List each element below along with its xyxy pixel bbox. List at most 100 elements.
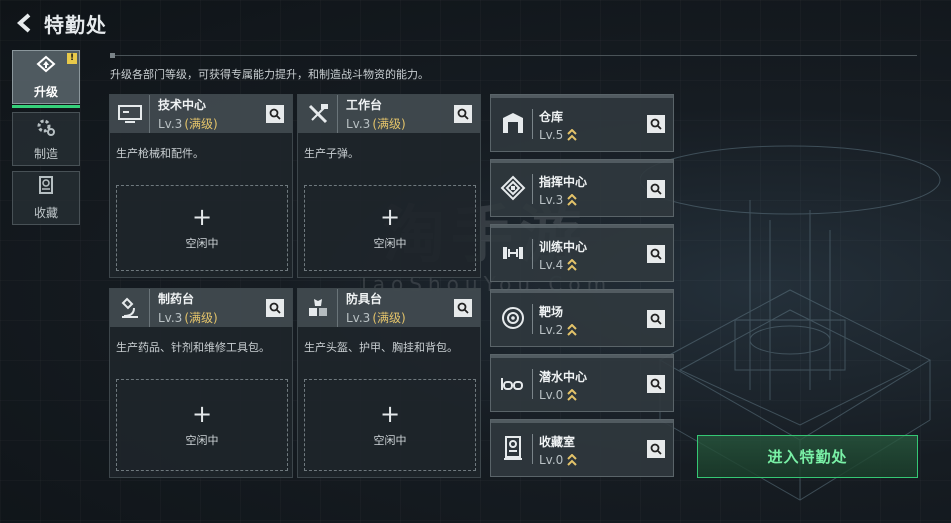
search-icon <box>650 378 662 390</box>
facility-name: 指挥中心 <box>539 175 588 189</box>
max-level-tag: (满级) <box>372 311 406 325</box>
tab-craft[interactable]: 制造 <box>12 112 80 166</box>
facility-name: 训练中心 <box>539 240 588 254</box>
department-level: Lv.3 <box>158 117 183 131</box>
department-card-pharmacy[interactable]: 制药台 Lv.3 (满级) 生产药品、针剂和维修工具包。 + 空闲中 <box>109 288 293 478</box>
facility-level: Lv.0 <box>539 388 564 402</box>
facility-row-range[interactable]: 靶场 Lv.2 <box>490 289 674 347</box>
card-header: 工作台 Lv.3 (满级) <box>298 95 480 133</box>
enter-special-ops-button[interactable]: 进入特勤处 <box>697 435 918 478</box>
search-button[interactable] <box>454 105 472 123</box>
facility-row-training[interactable]: 训练中心 Lv.4 <box>490 224 674 282</box>
search-icon <box>650 313 662 325</box>
department-card-workbench[interactable]: 工作台 Lv.3 (满级) 生产子弹。 + 空闲中 <box>297 94 481 278</box>
command-icon <box>497 172 529 204</box>
facility-level: Lv.4 <box>539 258 564 272</box>
department-description: 生产枪械和配件。 <box>116 147 204 160</box>
tab-upgrade-label: 升级 <box>33 84 58 99</box>
search-icon <box>650 248 662 260</box>
facility-level: Lv.0 <box>539 453 564 467</box>
header: 特勤处 <box>12 8 107 38</box>
department-card-tech[interactable]: 技术中心 Lv.3 (满级) 生产枪械和配件。 + 空闲中 <box>109 94 293 278</box>
facility-level: Lv.2 <box>539 323 564 337</box>
facility-level: Lv.5 <box>539 128 564 142</box>
armor-icon <box>298 289 338 327</box>
back-arrow-icon[interactable] <box>12 11 36 35</box>
separator <box>532 434 533 464</box>
department-name: 防具台 <box>346 292 383 306</box>
department-level: Lv.3 <box>346 117 371 131</box>
department-name: 制药台 <box>158 292 195 306</box>
tab-craft-label: 制造 <box>33 146 58 161</box>
production-slot[interactable]: + 空闲中 <box>116 185 288 271</box>
microscope-icon <box>110 289 150 327</box>
search-button[interactable] <box>647 180 665 198</box>
gear-icon <box>35 117 57 141</box>
separator <box>532 369 533 399</box>
search-icon <box>457 108 469 120</box>
facility-row-collection-room[interactable]: 收藏室 Lv.0 <box>490 419 674 477</box>
upgrade-arrow-icon <box>567 129 578 141</box>
search-button[interactable] <box>647 115 665 133</box>
search-icon <box>650 183 662 195</box>
facility-name: 潜水中心 <box>539 370 588 384</box>
upgrade-arrow-icon <box>567 324 578 336</box>
production-slot[interactable]: + 空闲中 <box>116 379 288 471</box>
upgrade-arrow-icon <box>567 194 578 206</box>
slot-status: 空闲中 <box>185 237 219 250</box>
production-slot[interactable]: + 空闲中 <box>304 379 476 471</box>
dumbbell-icon <box>497 237 529 269</box>
separator <box>532 239 533 269</box>
page-title: 特勤处 <box>44 12 107 37</box>
max-level-tag: (满级) <box>184 311 218 325</box>
separator <box>532 174 533 204</box>
tab-collection[interactable]: 收藏 <box>12 171 80 225</box>
search-icon <box>269 302 281 314</box>
card-header: 技术中心 Lv.3 (满级) <box>110 95 292 133</box>
search-icon <box>650 443 662 455</box>
search-icon <box>650 118 662 130</box>
card-header: 防具台 Lv.3 (满级) <box>298 289 480 327</box>
production-slot[interactable]: + 空闲中 <box>304 185 476 271</box>
separator <box>532 109 533 139</box>
search-button[interactable] <box>647 440 665 458</box>
search-button[interactable] <box>647 310 665 328</box>
search-button[interactable] <box>647 245 665 263</box>
alert-badge: ! <box>67 53 77 64</box>
card-header: 制药台 Lv.3 (满级) <box>110 289 292 327</box>
department-level: Lv.3 <box>158 311 183 325</box>
search-button[interactable] <box>266 105 284 123</box>
tab-upgrade[interactable]: ! 升级 <box>12 50 80 108</box>
department-name: 技术中心 <box>158 98 207 112</box>
max-level-tag: (满级) <box>372 117 406 131</box>
separator <box>532 304 533 334</box>
search-icon <box>457 302 469 314</box>
page-description: 升级各部门等级，可获得专属能力提升，和制造战斗物资的能力。 <box>110 68 429 81</box>
facility-name: 靶场 <box>539 305 564 319</box>
facility-row-command[interactable]: 指挥中心 Lv.3 <box>490 159 674 217</box>
warehouse-icon <box>497 107 529 139</box>
tools-icon <box>298 95 338 133</box>
search-button[interactable] <box>647 375 665 393</box>
collection-room-icon <box>497 432 529 464</box>
target-icon <box>497 302 529 334</box>
department-card-armor[interactable]: 防具台 Lv.3 (满级) 生产头盔、护甲、胸挂和背包。 + 空闲中 <box>297 288 481 478</box>
search-icon <box>269 108 281 120</box>
enter-button-label: 进入特勤处 <box>767 448 848 466</box>
monitor-icon <box>110 95 150 133</box>
search-button[interactable] <box>266 299 284 317</box>
upgrade-arrow-icon <box>567 389 578 401</box>
facility-level: Lv.3 <box>539 193 564 207</box>
plus-icon: + <box>191 400 213 428</box>
facility-row-diving[interactable]: 潜水中心 Lv.0 <box>490 354 674 412</box>
upgrade-arrow-icon <box>567 259 578 271</box>
plus-icon: + <box>379 203 401 231</box>
search-button[interactable] <box>454 299 472 317</box>
slot-status: 空闲中 <box>373 434 407 447</box>
department-description: 生产头盔、护甲、胸挂和背包。 <box>304 341 458 354</box>
facility-name: 收藏室 <box>539 435 576 449</box>
department-name: 工作台 <box>346 98 383 112</box>
facility-row-warehouse[interactable]: 仓库 Lv.5 <box>490 94 674 152</box>
slot-status: 空闲中 <box>373 237 407 250</box>
tab-collection-label: 收藏 <box>33 205 58 220</box>
